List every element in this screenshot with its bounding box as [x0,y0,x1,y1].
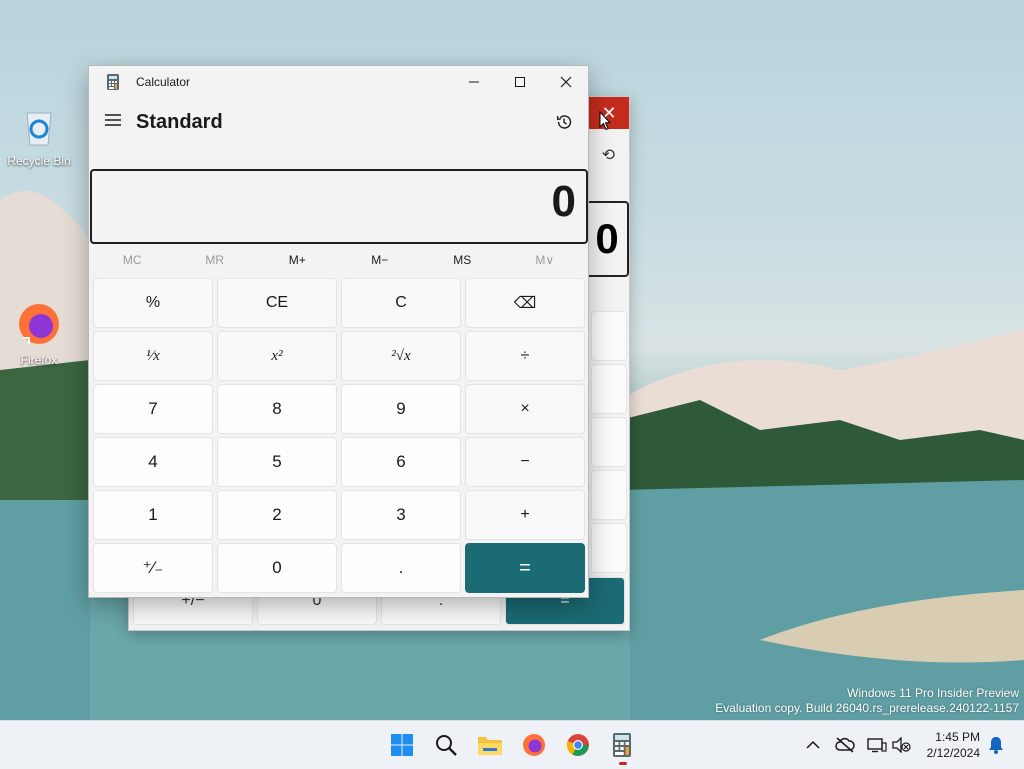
recycle-bin-icon [26,112,52,146]
desktop-icon-recycle-bin[interactable]: Recycle Bin [4,105,74,168]
background-display-value: 0 [595,215,619,262]
background-key[interactable] [591,523,627,573]
memory-store-button[interactable]: MS [421,248,504,272]
background-key[interactable] [591,311,627,361]
digit-9-key[interactable]: 9 [341,384,461,434]
window-title: Calculator [136,75,191,89]
add-key[interactable]: + [465,490,585,540]
memory-subtract-button[interactable]: M− [339,248,422,272]
digit-0-key[interactable]: 0 [217,543,337,593]
memory-list-button[interactable]: M∨ [504,248,587,272]
active-app-indicator [619,762,627,765]
reciprocal-key[interactable]: ¹⁄x [93,331,213,381]
history-icon [556,115,572,129]
background-history-icon[interactable]: ⟲ [602,145,615,165]
result-display: 0 [90,169,588,244]
bell-icon [989,737,1003,754]
search-icon [436,735,457,756]
background-key[interactable] [591,364,627,414]
watermark-line-2: Evaluation copy. Build 26040.rs_prerelea… [715,701,1019,715]
digit-5-key[interactable]: 5 [217,437,337,487]
desktop-icon-label: Firefox [20,353,58,367]
maximize-button[interactable] [497,66,543,98]
memory-add-button[interactable]: M+ [256,248,339,272]
show-hidden-icons-button[interactable] [803,735,823,755]
digit-4-key[interactable]: 4 [93,437,213,487]
notifications-button[interactable] [986,735,1006,755]
clock-time: 1:45 PM [935,730,980,744]
square-root-key[interactable]: ²√x [341,331,461,381]
clock-date: 2/12/2024 [926,746,980,760]
system-clock[interactable]: 1:45 PM 2/12/2024 [927,729,980,761]
history-button[interactable] [550,108,578,136]
taskbar-start-button[interactable] [386,729,418,761]
memory-clear-button[interactable]: MC [91,248,174,272]
calculator-window[interactable]: Calculator Standard 0 MC MR M+ M− MS M∨ … [88,65,589,598]
firefox-icon [523,734,545,756]
desktop-icon-firefox[interactable]: Firefox [4,302,74,367]
hamburger-menu-icon [105,114,121,126]
watermark-line-1: Windows 11 Pro Insider Preview [847,686,1019,700]
calculator-app-icon [107,74,119,90]
subtract-key[interactable]: − [465,437,585,487]
taskbar-calculator[interactable] [606,729,638,761]
background-key[interactable] [591,470,627,520]
taskbar: 1:45 PM 2/12/2024 [0,720,1024,769]
navigation-menu-button[interactable] [101,108,125,132]
clear-key[interactable]: C [341,278,461,328]
multiply-key[interactable]: × [465,384,585,434]
negate-key[interactable]: ⁺⁄₋ [93,543,213,593]
percent-key[interactable]: % [93,278,213,328]
maximize-icon [515,77,525,87]
start-icon [391,734,413,756]
close-icon [560,76,572,88]
chrome-icon [566,734,589,756]
close-button[interactable] [543,66,589,98]
equals-key[interactable]: = [465,543,585,593]
backspace-key[interactable]: ⌫ [465,278,585,328]
divide-key[interactable]: ÷ [465,331,585,381]
keypad: % CE C ⌫ ¹⁄x x² ²√x ÷ 7 8 9 × 4 5 6 − 1 … [93,278,585,593]
chevron-up-icon [806,740,820,749]
mouse-cursor-icon [599,111,611,131]
network-icon [867,738,887,753]
calculator-header: Standard [89,102,588,142]
title-bar[interactable]: Calculator [89,66,588,98]
windows-watermark: Windows 11 Pro Insider Preview Evaluatio… [715,686,1019,716]
minimize-icon [469,81,479,83]
volume-status[interactable] [891,735,911,755]
background-key[interactable] [591,417,627,467]
firefox-icon [19,304,59,344]
taskbar-search-button[interactable] [430,729,462,761]
square-key[interactable]: x² [217,331,337,381]
calculator-mode-title: Standard [136,111,223,133]
onedrive-status[interactable] [835,735,855,755]
taskbar-chrome[interactable] [562,729,594,761]
file-explorer-icon [478,737,502,755]
digit-8-key[interactable]: 8 [217,384,337,434]
network-status[interactable] [867,735,887,755]
desktop-icon-label: Recycle Bin [7,154,71,168]
display-value: 0 [551,177,576,226]
digit-3-key[interactable]: 3 [341,490,461,540]
digit-1-key[interactable]: 1 [93,490,213,540]
decimal-key[interactable]: . [341,543,461,593]
memory-row: MC MR M+ M− MS M∨ [91,248,586,272]
background-display: 0 [585,201,629,277]
digit-6-key[interactable]: 6 [341,437,461,487]
volume-muted-icon [892,737,911,753]
calculator-icon [613,733,631,757]
taskbar-file-explorer[interactable] [474,729,506,761]
cloud-offline-icon [835,737,855,753]
digit-7-key[interactable]: 7 [93,384,213,434]
memory-recall-button[interactable]: MR [174,248,257,272]
digit-2-key[interactable]: 2 [217,490,337,540]
clear-entry-key[interactable]: CE [217,278,337,328]
minimize-button[interactable] [451,66,497,98]
taskbar-firefox[interactable] [518,729,550,761]
